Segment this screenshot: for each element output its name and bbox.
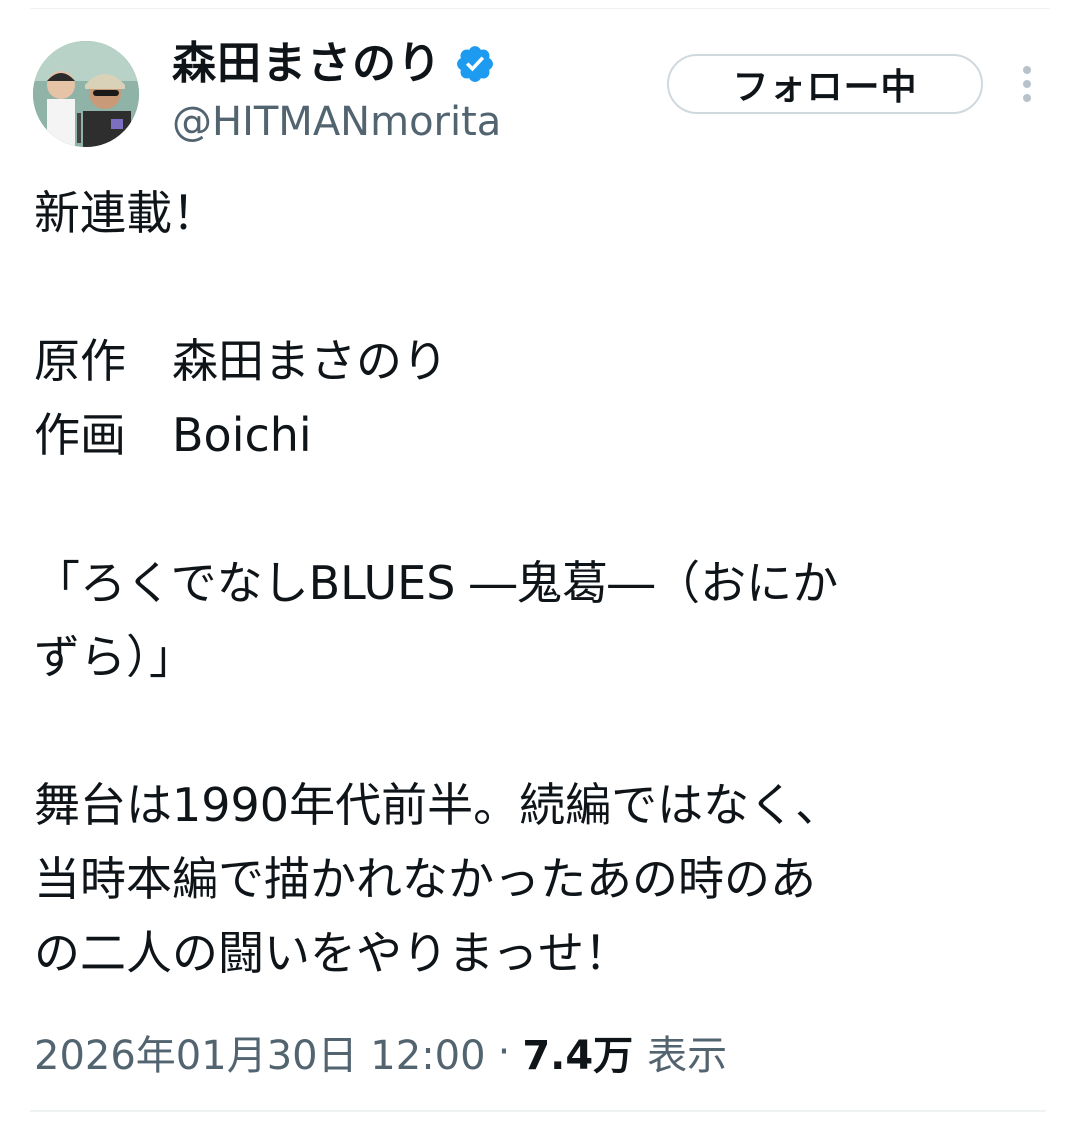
meta-separator: · (497, 1029, 511, 1075)
verified-badge-icon (454, 43, 496, 85)
avatar[interactable] (33, 41, 139, 147)
tweet-line: 新連載！ (34, 186, 218, 240)
bottom-divider (30, 1110, 1046, 1112)
tweet-text: 新連載！ 原作 森田まさのり 作画 Boichi 「ろくでなしBLUES ―鬼葛… (34, 176, 1044, 990)
tweet-line: 作画 Boichi (34, 408, 312, 462)
tweet-line: 当時本編で描かれなかったあの時のあ (34, 852, 816, 906)
display-name[interactable]: 森田まさのり (172, 36, 442, 92)
name-row: 森田まさのり (172, 36, 496, 92)
tweet-meta: 2026年01月30日 12:00 · 7.4万 表示 (34, 1022, 727, 1082)
following-button[interactable]: フォロー中 (667, 54, 983, 114)
tweet-line: の二人の闘いをやりまっせ！ (34, 926, 631, 980)
more-vertical-icon[interactable] (1013, 64, 1041, 104)
views-label: 表示 (647, 1033, 728, 1079)
tweet-header: 森田まさのり @HITMANmorita フォロー中 (0, 0, 1080, 160)
user-handle[interactable]: @HITMANmorita (172, 97, 501, 147)
tweet-line: 原作 森田まさのり (34, 334, 448, 388)
avatar-image (33, 41, 139, 147)
views-count[interactable]: 7.4万 (522, 1023, 633, 1081)
tweet-line: ずら）」 (34, 630, 195, 684)
tweet-line: 舞台は1990年代前半。続編ではなく、 (34, 778, 842, 832)
tweet-timestamp[interactable]: 2026年01月30日 12:00 (34, 1023, 486, 1081)
tweet-line: 「ろくでなしBLUES ―鬼葛―（おにか (34, 556, 839, 610)
